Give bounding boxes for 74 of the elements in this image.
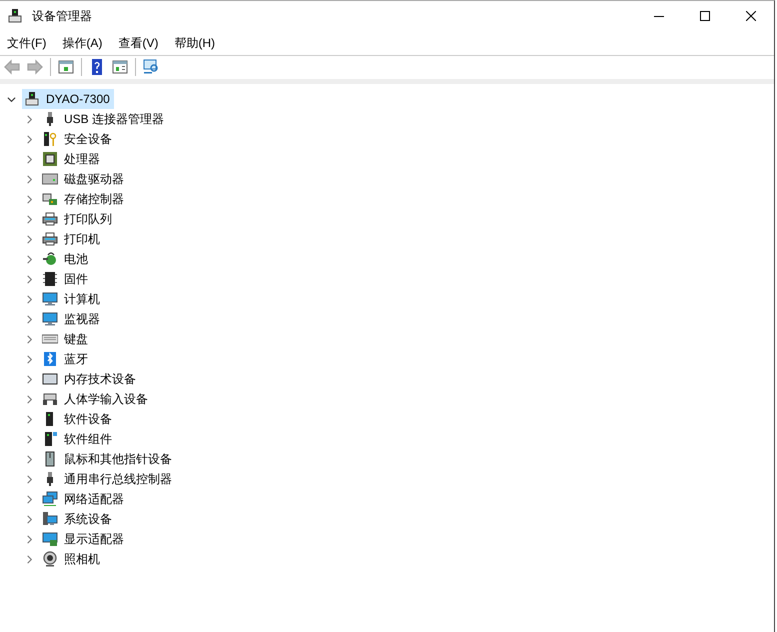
expand-chevron-icon[interactable] xyxy=(25,194,34,204)
expand-chevron-icon[interactable] xyxy=(25,374,34,384)
expand-chevron-icon[interactable] xyxy=(25,234,34,244)
expand-chevron-icon[interactable] xyxy=(25,274,34,284)
tree-node[interactable]: 鼠标和其他指针设备 xyxy=(40,449,176,469)
collapse-chevron-icon[interactable] xyxy=(7,94,16,104)
tree-node[interactable]: 照相机 xyxy=(40,549,104,569)
tree-node[interactable]: 软件设备 xyxy=(40,409,116,429)
window-title: 设备管理器 xyxy=(32,8,92,24)
expand-chevron-icon[interactable] xyxy=(25,474,34,484)
tree-node[interactable]: USB 连接器管理器 xyxy=(40,109,168,129)
tree-node[interactable]: 固件 xyxy=(40,269,92,289)
tree-node[interactable]: 内存技术设备 xyxy=(40,369,140,389)
tree-node[interactable]: 存储控制器 xyxy=(40,189,128,209)
tree-node[interactable]: 软件组件 xyxy=(40,429,116,449)
expand-chevron-icon[interactable] xyxy=(25,414,34,424)
menu-item[interactable]: 操作(A) xyxy=(57,34,108,52)
expand-chevron-icon[interactable] xyxy=(25,554,34,564)
expand-chevron-icon[interactable] xyxy=(25,154,34,164)
expand-chevron-icon[interactable] xyxy=(25,494,34,504)
expand-chevron-icon[interactable] xyxy=(25,394,34,404)
expand-chevron-icon[interactable] xyxy=(25,454,34,464)
tree-node[interactable]: 人体学输入设备 xyxy=(40,389,152,409)
expand-chevron-icon[interactable] xyxy=(25,314,34,324)
close-icon xyxy=(746,11,756,21)
tree-node[interactable]: 键盘 xyxy=(40,329,92,349)
tree-node[interactable]: 蓝牙 xyxy=(40,349,92,369)
expand-chevron-icon[interactable] xyxy=(25,514,34,524)
menu-item[interactable]: 帮助(H) xyxy=(169,34,220,52)
expand-chevron-icon[interactable] xyxy=(25,114,34,124)
tree-node[interactable]: 处理器 xyxy=(40,149,104,169)
storage-icon xyxy=(42,191,58,207)
chip-icon xyxy=(42,271,58,287)
expand-chevron-icon[interactable] xyxy=(25,214,34,224)
monitor-icon xyxy=(42,291,58,307)
expand-chevron-icon[interactable] xyxy=(25,434,34,444)
computer-icon xyxy=(24,91,40,107)
maximize-icon xyxy=(700,11,710,21)
expand-chevron-icon[interactable] xyxy=(25,334,34,344)
tree-node[interactable]: DYAO-7300 xyxy=(22,89,114,109)
expand-chevron-icon[interactable] xyxy=(25,294,34,304)
device-manager-icon xyxy=(7,8,23,24)
tree-node[interactable]: 监视器 xyxy=(40,309,104,329)
printer-icon xyxy=(42,231,58,247)
bluetooth-icon xyxy=(42,351,58,367)
hid-icon xyxy=(42,391,58,407)
menu-item[interactable]: 查看(V) xyxy=(113,34,164,52)
expand-chevron-icon[interactable] xyxy=(25,354,34,364)
menu-item[interactable]: 文件(F) xyxy=(2,34,52,52)
tree-node[interactable]: 打印机 xyxy=(40,229,104,249)
tree-node[interactable]: 系统设备 xyxy=(40,509,116,529)
memory-icon xyxy=(42,371,58,387)
tree-node[interactable]: 打印队列 xyxy=(40,209,116,229)
tree-node[interactable]: 网络适配器 xyxy=(40,489,128,509)
expand-chevron-icon[interactable] xyxy=(25,174,34,184)
monitor-icon xyxy=(42,311,58,327)
tree-node[interactable]: 磁盘驱动器 xyxy=(40,169,128,189)
expand-chevron-icon[interactable] xyxy=(25,254,34,264)
component-icon xyxy=(42,431,58,447)
camera-icon xyxy=(42,551,58,567)
security-icon xyxy=(42,131,58,147)
tree-node[interactable]: 电池 xyxy=(40,249,92,269)
display-icon xyxy=(42,531,58,547)
tree-node[interactable]: 通用串行总线控制器 xyxy=(40,469,176,489)
system-icon xyxy=(42,511,58,527)
expand-chevron-icon[interactable] xyxy=(25,534,34,544)
cpu-icon xyxy=(42,151,58,167)
expand-chevron-icon[interactable] xyxy=(25,134,34,144)
network-icon xyxy=(42,491,58,507)
tree-node[interactable]: 安全设备 xyxy=(40,129,116,149)
tree-node[interactable]: 计算机 xyxy=(40,289,104,309)
printer-icon xyxy=(42,211,58,227)
tree-node[interactable]: 显示适配器 xyxy=(40,529,128,549)
battery-icon xyxy=(42,251,58,267)
